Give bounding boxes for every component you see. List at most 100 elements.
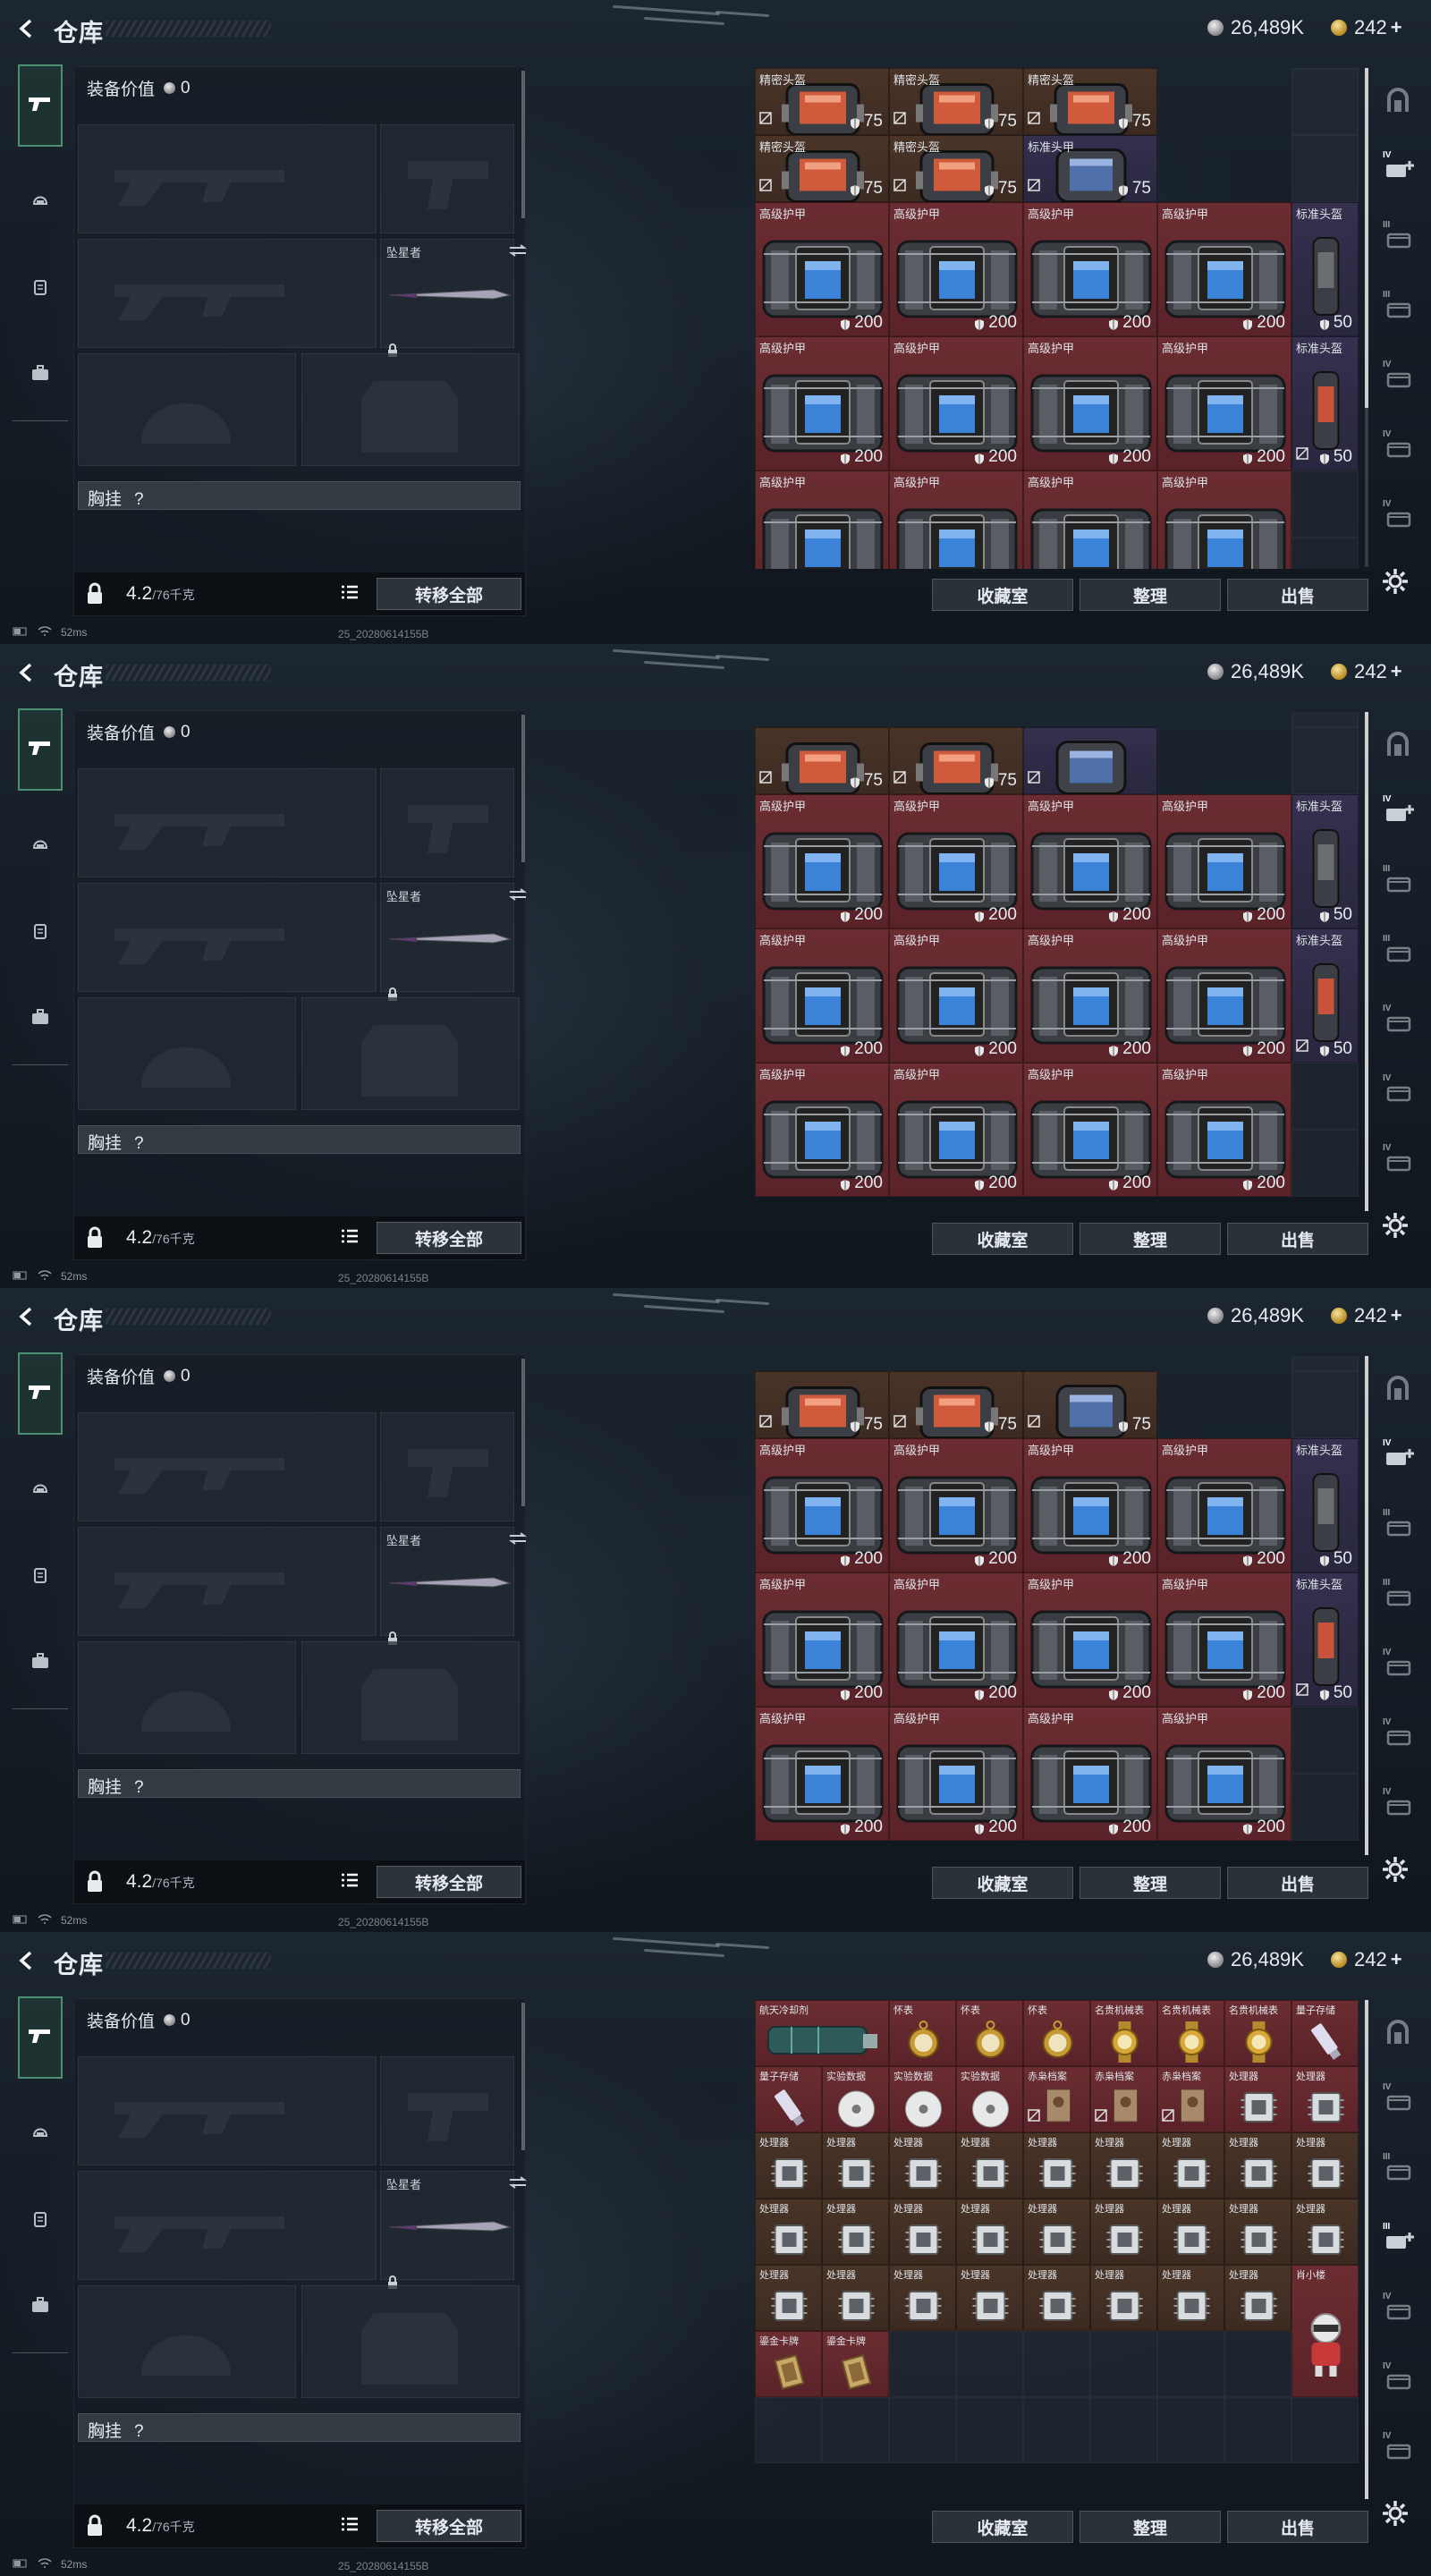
loadout-scrollbar[interactable] [521, 2003, 525, 2150]
pistol-slot[interactable] [380, 768, 514, 877]
empty-slot[interactable] [822, 2397, 889, 2463]
empty-slot[interactable] [956, 2331, 1023, 2397]
item-cell[interactable]: 标准头盔 50 [1291, 336, 1359, 470]
empty-slot[interactable] [755, 2397, 822, 2463]
item-cell[interactable]: 高级护甲 200 [889, 794, 1023, 928]
back-icon[interactable] [16, 662, 38, 683]
item-cell[interactable]: 名贵机械表 [1090, 2000, 1157, 2066]
empty-slot[interactable] [1291, 538, 1359, 569]
item-cell[interactable]: 处理器 [1157, 2265, 1224, 2331]
silver-currency[interactable]: 26,489K [1207, 660, 1304, 683]
helmet-slot[interactable] [78, 2285, 296, 2398]
loadout-scrollbar[interactable] [521, 1359, 525, 1506]
silver-currency[interactable]: 26,489K [1207, 1304, 1304, 1327]
empty-slot[interactable] [1090, 2397, 1157, 2463]
stash-tab-3[interactable]: III [1379, 2152, 1420, 2191]
item-cell[interactable]: 量子存储 [755, 2066, 822, 2132]
pistol-slot[interactable] [380, 2056, 514, 2165]
empty-slot[interactable] [889, 2331, 956, 2397]
rail-weapons[interactable] [18, 708, 63, 791]
stash-tab-3[interactable]: III [1379, 1508, 1420, 1547]
item-cell[interactable]: 处理器 [1023, 2265, 1090, 2331]
item-cell[interactable]: 处理器 [755, 2132, 822, 2199]
stash-tab-6[interactable]: IV [1379, 1717, 1420, 1757]
secondary-weapon-slot[interactable] [78, 1527, 377, 1636]
item-cell[interactable]: 标准头盔 50 [1291, 202, 1359, 336]
item-cell[interactable]: 标准头甲 75 [1023, 135, 1157, 203]
primary-weapon-slot[interactable] [78, 2056, 377, 2165]
rail-weapons[interactable] [18, 1996, 63, 2079]
item-cell[interactable]: 处理器 [1224, 2265, 1291, 2331]
gold-currency[interactable]: 242 + [1331, 660, 1402, 683]
item-cell[interactable]: 鎏金卡牌 [755, 2331, 822, 2397]
item-cell[interactable]: 怀表 [1023, 2000, 1090, 2066]
move-all-button[interactable]: 转移全部 [377, 2510, 521, 2542]
stash-tab-4[interactable]: III [1379, 934, 1420, 973]
empty-slot[interactable] [1291, 1371, 1359, 1438]
list-icon[interactable] [341, 585, 359, 604]
grid-scroll-thumb[interactable] [1365, 2000, 1368, 2499]
item-cell[interactable] [1023, 727, 1157, 795]
bag-lock-icon[interactable] [85, 1226, 105, 1254]
item-cell[interactable]: 高级护甲 200 [1157, 1572, 1291, 1707]
item-cell[interactable]: 精密头盔 75 [755, 68, 889, 136]
sort-button[interactable]: 整理 [1080, 1867, 1221, 1899]
rail-armor[interactable] [18, 1555, 63, 1599]
item-cell[interactable]: 高级护甲 200 [889, 928, 1023, 1063]
empty-slot[interactable] [1291, 1356, 1359, 1371]
sort-button[interactable]: 整理 [1080, 2511, 1221, 2543]
armor-slot[interactable] [301, 997, 520, 1110]
rail-backpack[interactable] [18, 352, 63, 397]
sort-button[interactable]: 整理 [1080, 579, 1221, 611]
melee-slot[interactable]: 坠星者 [380, 1527, 527, 1645]
item-cell[interactable]: 处理器 [1090, 2265, 1157, 2331]
item-cell[interactable]: 高级护甲 200 [1157, 1438, 1291, 1572]
settings-gear-icon[interactable] [1380, 1854, 1410, 1889]
collection-button[interactable]: 收藏室 [932, 1867, 1073, 1899]
add-gold-button[interactable]: + [1391, 660, 1402, 683]
item-cell[interactable]: 赤枭档案 [1090, 2066, 1157, 2132]
item-cell[interactable]: 高级护甲 200 [889, 1063, 1023, 1197]
armor-slot[interactable] [301, 353, 520, 466]
add-gold-button[interactable]: + [1391, 1304, 1402, 1327]
item-cell[interactable]: 标准头盔 50 [1291, 1572, 1359, 1707]
item-cell[interactable]: 名贵机械表 [1224, 2000, 1291, 2066]
item-cell[interactable]: 高级护甲 200 [1023, 1707, 1157, 1841]
stash-tab-7[interactable]: IV [1379, 1143, 1420, 1182]
sort-button[interactable]: 整理 [1080, 1223, 1221, 1255]
back-icon[interactable] [16, 1306, 38, 1327]
list-icon[interactable] [341, 1229, 359, 1248]
stash-tab-3[interactable]: III [1379, 220, 1420, 259]
primary-weapon-slot[interactable] [78, 768, 377, 877]
bag-lock-icon[interactable] [85, 1870, 105, 1898]
item-cell[interactable]: 鎏金卡牌 [822, 2331, 889, 2397]
list-icon[interactable] [341, 1873, 359, 1892]
collection-button[interactable]: 收藏室 [932, 579, 1073, 611]
secondary-weapon-slot[interactable] [78, 883, 377, 992]
rail-helmet[interactable] [18, 2111, 63, 2156]
item-cell[interactable]: 75 [755, 727, 889, 795]
item-cell[interactable]: 精密头盔 75 [889, 135, 1023, 203]
item-cell[interactable]: 标准头盔 50 [1291, 794, 1359, 928]
stash-tab-4[interactable]: III [1379, 290, 1420, 329]
item-cell[interactable]: 处理器 [1224, 2199, 1291, 2265]
item-cell[interactable]: 实验数据 [956, 2066, 1023, 2132]
stash-tab-6[interactable]: IV [1379, 1073, 1420, 1113]
item-cell[interactable]: 处理器 [1023, 2132, 1090, 2199]
empty-slot[interactable] [956, 2397, 1023, 2463]
grid-scroll-thumb[interactable] [1365, 712, 1368, 1211]
item-cell[interactable]: 高级护甲 200 [755, 1707, 889, 1841]
item-cell[interactable]: 高级护甲 200 [889, 202, 1023, 336]
stash-tab-2[interactable]: IV [1379, 1438, 1420, 1478]
item-cell[interactable]: 75 [889, 1371, 1023, 1439]
item-cell[interactable]: 处理器 [956, 2199, 1023, 2265]
chest-rig-bar[interactable]: 胸挂? [78, 1125, 521, 1154]
item-cell[interactable]: 处理器 [889, 2132, 956, 2199]
item-cell[interactable]: 精密头盔 75 [889, 68, 1023, 136]
item-cell[interactable]: 处理器 [822, 2132, 889, 2199]
stash-tab-6[interactable]: IV [1379, 2361, 1420, 2401]
grid-scrollbar[interactable] [1365, 68, 1368, 567]
item-cell[interactable]: 高级护甲 200 [1157, 794, 1291, 928]
grid-scrollbar[interactable] [1365, 1356, 1368, 1855]
item-cell[interactable]: 高级护甲 200 [1023, 1572, 1157, 1707]
